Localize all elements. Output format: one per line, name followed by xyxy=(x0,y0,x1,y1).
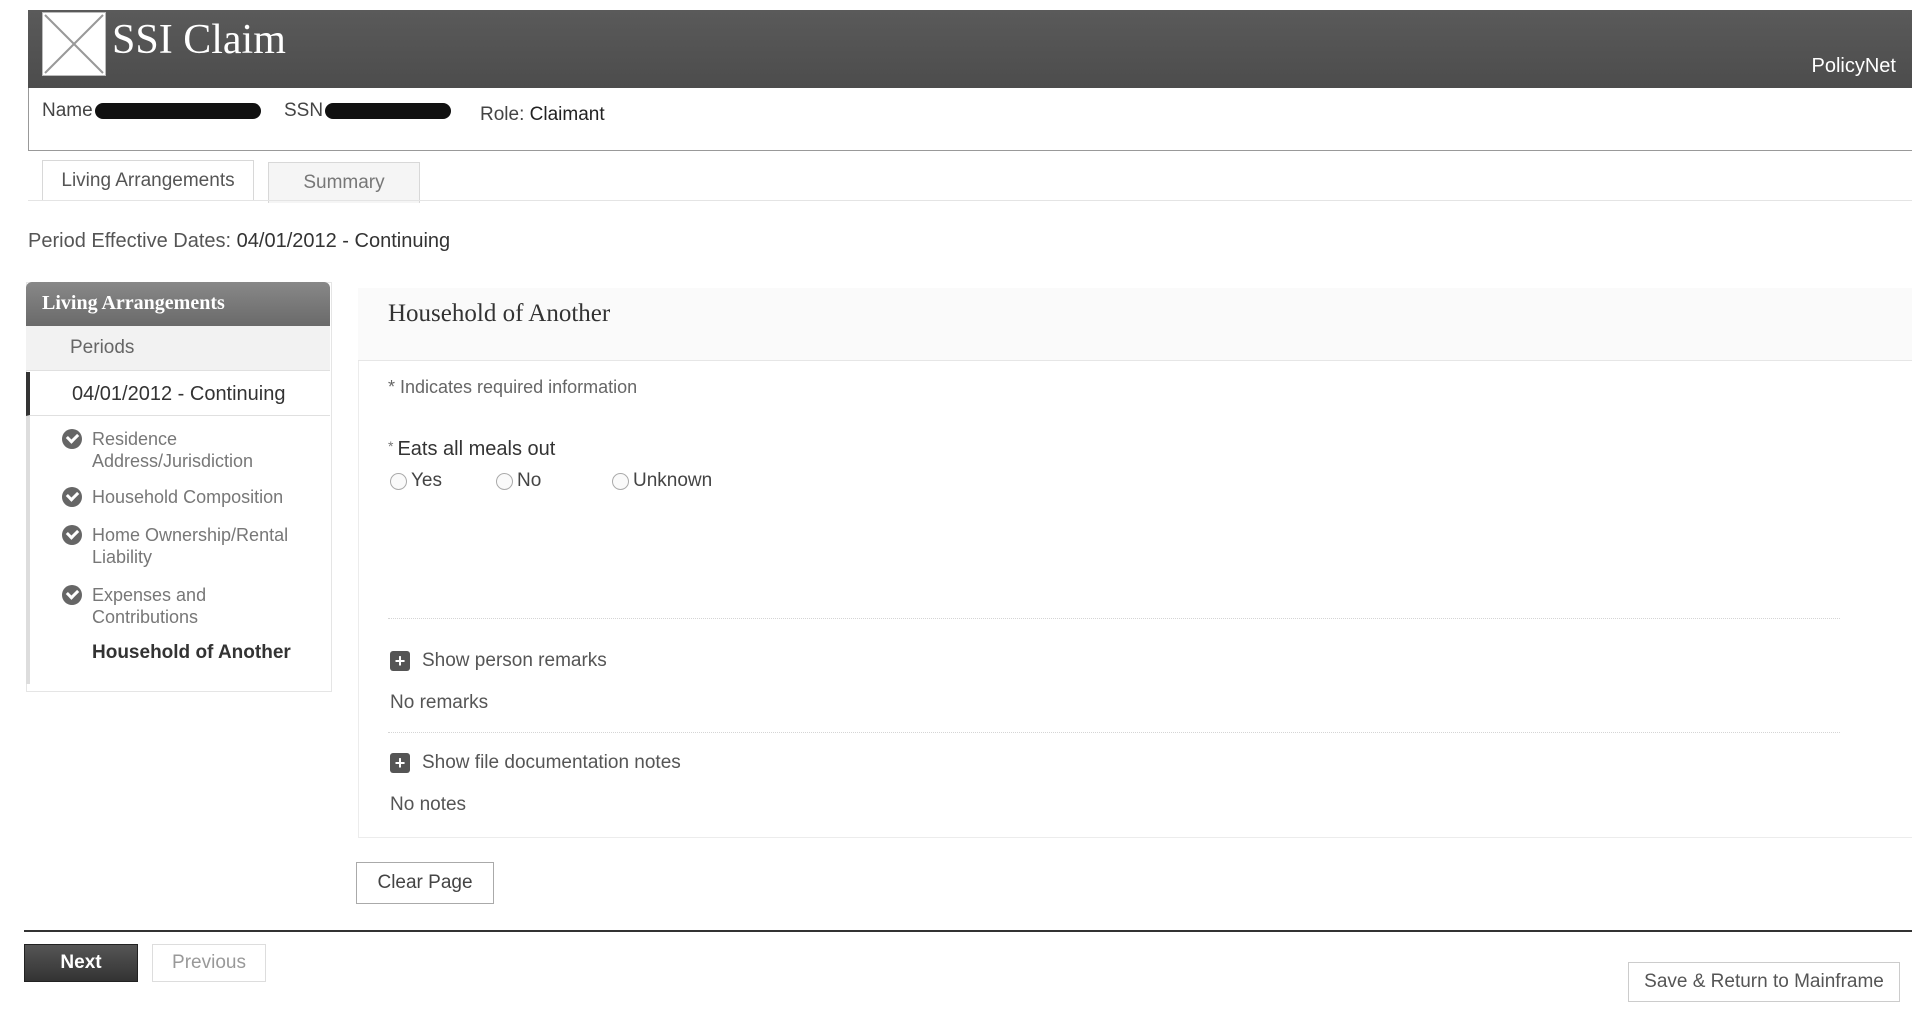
role-label: Role: xyxy=(480,104,525,125)
brand-label: PolicyNet xyxy=(1811,55,1896,77)
sidebar-periods[interactable]: Periods xyxy=(26,326,330,371)
sidebar-item-label: Expenses and Contributions xyxy=(92,585,207,627)
check-circle-icon xyxy=(62,429,82,449)
check-circle-icon xyxy=(62,525,82,545)
app-header xyxy=(28,10,1912,100)
sidebar-item-home-ownership[interactable]: Home Ownership/Rental Liability xyxy=(62,524,302,572)
radio-circle[interactable] xyxy=(496,472,513,490)
tab-living-arrangements[interactable]: Living Arrangements xyxy=(42,160,254,201)
period-item-label: 04/01/2012 - Continuing xyxy=(72,383,286,405)
question-label: Eats all meals out xyxy=(397,438,556,460)
file-notes-label[interactable]: Show file documentation notes xyxy=(422,752,681,774)
radio-label: No xyxy=(517,470,542,491)
radio-label: Yes xyxy=(411,470,442,491)
radio-unknown[interactable]: Unknown xyxy=(612,470,712,492)
person-remarks-label[interactable]: Show person remarks xyxy=(422,650,607,672)
check-circle-icon xyxy=(62,487,82,507)
sidebar-period-item[interactable]: 04/01/2012 - Continuing xyxy=(26,372,330,416)
claimant-role: Role: Claimant xyxy=(480,104,605,126)
save-return-mainframe-button[interactable]: Save & Return to Mainframe xyxy=(1628,962,1900,1002)
show-file-notes-toggle[interactable]: + Show file documentation notes xyxy=(390,752,681,774)
sidebar-scroll-track xyxy=(26,416,30,684)
period-value: 04/01/2012 - Continuing xyxy=(236,230,451,252)
required-marker: * xyxy=(388,438,394,454)
section-divider xyxy=(388,732,1840,733)
redacted-ssn xyxy=(325,102,452,119)
sidebar-item-household-of-another[interactable]: Household of Another xyxy=(92,642,291,664)
next-button[interactable]: Next xyxy=(24,944,138,982)
sidebar-item-residence[interactable]: Residence Address/Jurisdiction xyxy=(62,428,302,476)
redacted-name xyxy=(94,102,261,119)
sidebar-item-label: Household Composition xyxy=(92,487,284,507)
claimant-ssn: SSN xyxy=(284,100,452,122)
plus-icon[interactable]: + xyxy=(390,753,410,773)
eats-all-meals-out-question: * Eats all meals out xyxy=(388,438,555,461)
check-circle-icon xyxy=(62,585,82,605)
clear-page-button[interactable]: Clear Page xyxy=(356,862,494,904)
previous-button[interactable]: Previous xyxy=(152,944,266,982)
name-label: Name xyxy=(42,100,93,121)
section-divider xyxy=(388,618,1840,619)
plus-icon[interactable]: + xyxy=(390,651,410,671)
sidebar-item-household-composition[interactable]: Household Composition xyxy=(62,486,302,510)
required-info-note: * Indicates required information xyxy=(388,377,638,397)
period-effective-dates: Period Effective Dates: 04/01/2012 - Con… xyxy=(28,230,450,253)
claimant-name: Name xyxy=(42,100,261,122)
sidebar-item-expenses[interactable]: Expenses and Contributions xyxy=(62,584,302,632)
ssn-label: SSN xyxy=(284,100,324,121)
radio-no[interactable]: No xyxy=(496,470,541,492)
sidebar-item-label: Residence Address/Jurisdiction xyxy=(92,429,254,471)
periods-label: Periods xyxy=(70,337,135,358)
tab-divider xyxy=(28,200,1912,201)
radio-circle[interactable] xyxy=(612,472,629,490)
radio-circle[interactable] xyxy=(390,472,407,490)
radio-label: Unknown xyxy=(633,470,713,491)
tab-summary[interactable]: Summary xyxy=(268,162,420,203)
period-label: Period Effective Dates: xyxy=(28,230,232,252)
placeholder-image-icon xyxy=(42,12,106,76)
page-title: Household of Another xyxy=(388,300,611,327)
role-value: Claimant xyxy=(529,104,605,125)
app-title: SSI Claim xyxy=(112,17,286,63)
sidebar-header-label: Living Arrangements xyxy=(42,292,225,314)
show-person-remarks-toggle[interactable]: + Show person remarks xyxy=(390,650,607,672)
footer-divider xyxy=(24,930,1912,932)
sidebar-item-label: Home Ownership/Rental Liability xyxy=(92,525,289,567)
person-remarks-value: No remarks xyxy=(390,692,489,713)
sidebar-header: Living Arrangements xyxy=(26,282,330,326)
file-notes-value: No notes xyxy=(390,794,467,815)
radio-yes[interactable]: Yes xyxy=(390,470,442,492)
